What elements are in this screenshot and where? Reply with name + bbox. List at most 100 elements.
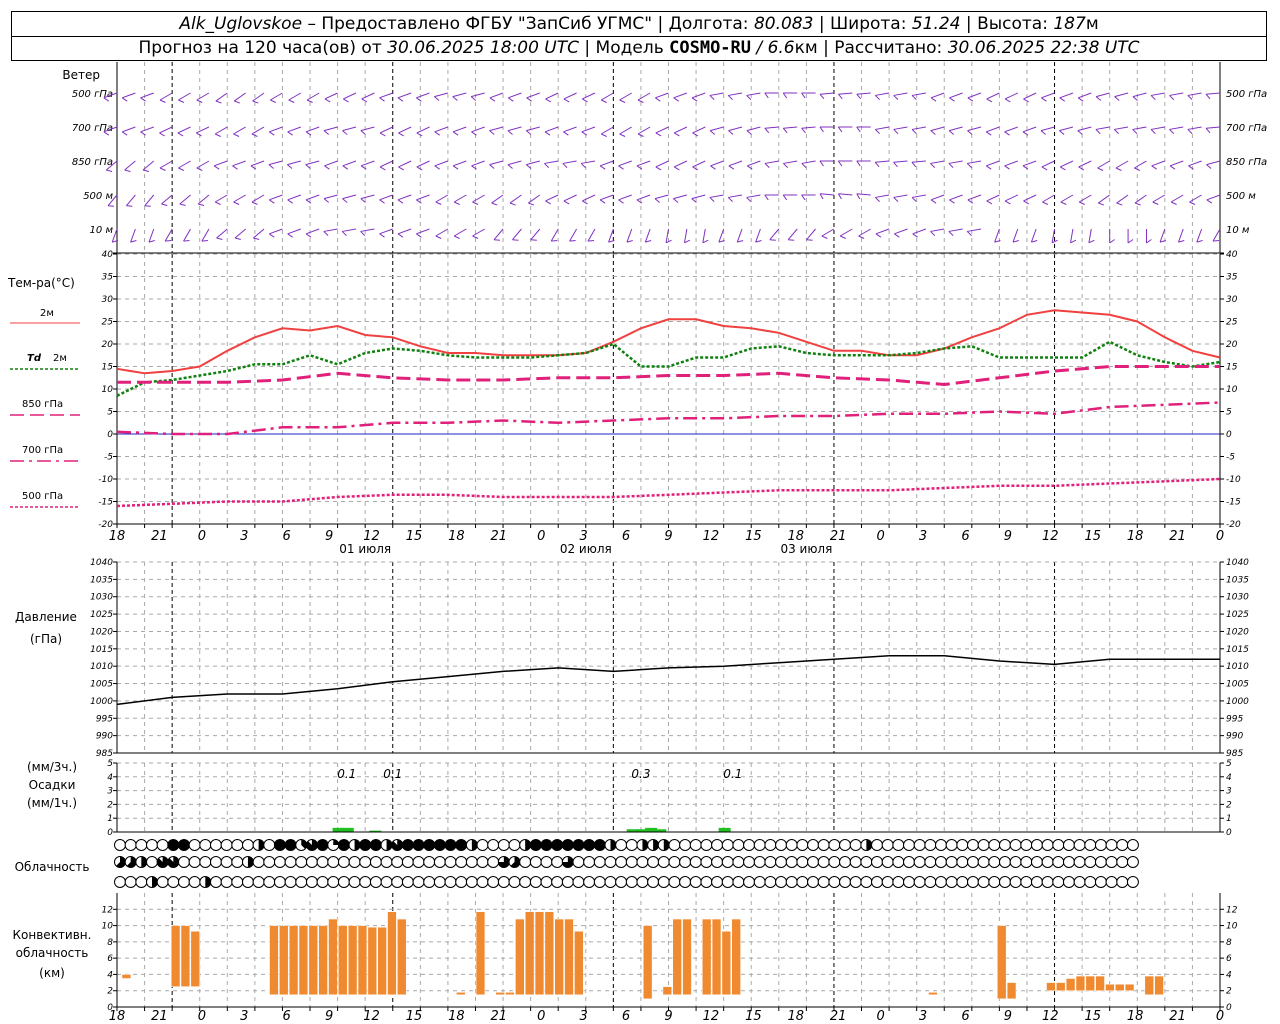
cloud-label: Облачность bbox=[15, 860, 90, 874]
cloud-cover-symbol bbox=[209, 856, 222, 868]
wind-level-label: 850 гПа bbox=[72, 157, 113, 168]
wind-barb-staff bbox=[148, 228, 155, 243]
wind-barb-staff bbox=[948, 160, 963, 164]
wind-barb-staff bbox=[930, 160, 945, 164]
wind-barb-flag bbox=[201, 240, 208, 242]
cloud-cover-symbol bbox=[1126, 876, 1139, 888]
wind-barb-flag bbox=[214, 201, 221, 205]
convective-cloud-bar bbox=[1085, 975, 1095, 991]
cloud-cover-symbol bbox=[647, 876, 660, 888]
y-tick-label: 0 bbox=[1226, 1003, 1232, 1013]
wind-barb-staff bbox=[213, 160, 228, 167]
wind-barb-flag bbox=[728, 165, 735, 170]
wind-barb-flag bbox=[746, 95, 752, 101]
wind-barb-flag bbox=[691, 97, 698, 102]
wind-barb-staff bbox=[201, 228, 210, 242]
wind-barb-staff bbox=[435, 228, 449, 237]
convective-cloud-bar bbox=[554, 918, 564, 996]
wind-barb-flag bbox=[361, 98, 368, 103]
wind-barb-staff bbox=[416, 194, 430, 201]
wind-barb-flag bbox=[1059, 130, 1065, 135]
wind-barb-flag bbox=[1040, 130, 1046, 135]
cloud-cover-symbol bbox=[231, 839, 244, 851]
wind-barb-staff bbox=[324, 92, 338, 100]
wind-barb-flag bbox=[619, 99, 626, 103]
wind-barb-staff bbox=[1004, 92, 1018, 100]
wind-barb-flag bbox=[618, 165, 624, 170]
wind-barb-staff bbox=[911, 126, 926, 130]
y-tick-label: 0 bbox=[1226, 430, 1232, 440]
wind-barb-staff bbox=[710, 160, 724, 167]
cloud-cover-symbol bbox=[572, 876, 585, 888]
wind-barb-staff bbox=[1151, 160, 1166, 167]
cloud-cover-symbol bbox=[124, 876, 137, 888]
wind-barb-flag bbox=[452, 131, 459, 136]
wind-barb-staff bbox=[581, 126, 596, 133]
wind-barb-flag bbox=[837, 126, 843, 133]
legend-850-label: 850 гПа bbox=[22, 399, 63, 410]
cloud-cover-symbol bbox=[625, 839, 638, 851]
wind-barb-staff bbox=[1187, 126, 1202, 130]
cloud-cover-symbol bbox=[263, 876, 276, 888]
cloud-cover-symbol bbox=[135, 876, 148, 888]
wind-barb-staff bbox=[140, 126, 154, 133]
legend-700-label: 700 гПа bbox=[22, 445, 63, 456]
wind-barb-flag bbox=[949, 97, 955, 102]
wind-barb-flag bbox=[270, 99, 277, 103]
cloud-cover-symbol bbox=[284, 876, 297, 888]
wind-barb-flag bbox=[1078, 201, 1085, 205]
wind-barb-staff bbox=[728, 126, 743, 132]
x-tick-label: 6 bbox=[283, 1009, 291, 1024]
cloud-cover-symbol bbox=[551, 876, 564, 888]
cloud-cover-symbol bbox=[327, 856, 340, 868]
wind-barb-staff bbox=[637, 126, 651, 135]
wind-barb-flag bbox=[397, 97, 404, 102]
cloud-cover-symbol bbox=[583, 876, 596, 888]
wind-level-label: 10 м bbox=[90, 225, 114, 236]
wind-barb-staff bbox=[930, 228, 945, 232]
wind-barb-staff bbox=[287, 194, 302, 201]
cloud-cover-symbol bbox=[508, 876, 521, 888]
wind-barb-flag bbox=[582, 200, 588, 205]
wind-barb-staff bbox=[379, 194, 393, 201]
cloud-cover-symbol bbox=[657, 856, 670, 868]
precip-total-label: 0.3 bbox=[631, 767, 650, 781]
cloud-cover-symbol bbox=[625, 856, 638, 868]
wind-barb-flag bbox=[764, 163, 770, 169]
y-tick-label: 1015 bbox=[90, 645, 113, 655]
convective-cloud-bar bbox=[711, 918, 722, 996]
wind-barb-flag bbox=[563, 200, 570, 205]
wind-barb-flag bbox=[159, 167, 166, 171]
wind-barb-staff bbox=[755, 228, 761, 243]
cloud-cover-symbol bbox=[476, 856, 489, 868]
x-tick-label: 21 bbox=[830, 529, 847, 544]
wind-barb-staff bbox=[528, 194, 541, 204]
cloud-cover-symbol bbox=[775, 839, 788, 851]
wind-barb-staff bbox=[1132, 126, 1147, 130]
wind-barb-flag bbox=[489, 97, 496, 102]
wind-barb-flag bbox=[986, 200, 993, 205]
y-tick-label: 10 bbox=[1226, 922, 1238, 932]
wind-barb-staff bbox=[801, 126, 816, 129]
cloud-cover-symbol bbox=[497, 876, 510, 888]
wind-barb-staff bbox=[216, 228, 228, 239]
cloud-cover-symbol bbox=[401, 876, 414, 888]
wind-barb-flag bbox=[782, 194, 788, 201]
day-label: 02 июля bbox=[560, 542, 612, 556]
convective-cloud-bar bbox=[1115, 983, 1125, 991]
wind-barb-flag bbox=[874, 161, 880, 168]
x-tick-label: 15 bbox=[406, 1009, 423, 1024]
wind-barb-staff bbox=[251, 126, 265, 135]
wind-barb-staff bbox=[600, 126, 614, 135]
cloud-cover-symbol bbox=[934, 856, 947, 868]
wind-barb-staff bbox=[1116, 194, 1129, 204]
wind-barb-flag bbox=[251, 201, 258, 205]
convective-cloud-bar bbox=[367, 926, 377, 996]
cloud-cover-symbol bbox=[145, 856, 158, 868]
wind-barb-flag bbox=[986, 98, 993, 103]
wind-barb-staff bbox=[1206, 160, 1221, 166]
cloud-cover-symbol bbox=[209, 839, 222, 851]
cloud-cover-symbol bbox=[1073, 876, 1086, 888]
wind-barb-flag bbox=[1150, 95, 1156, 101]
wind-barb-staff bbox=[234, 228, 247, 239]
